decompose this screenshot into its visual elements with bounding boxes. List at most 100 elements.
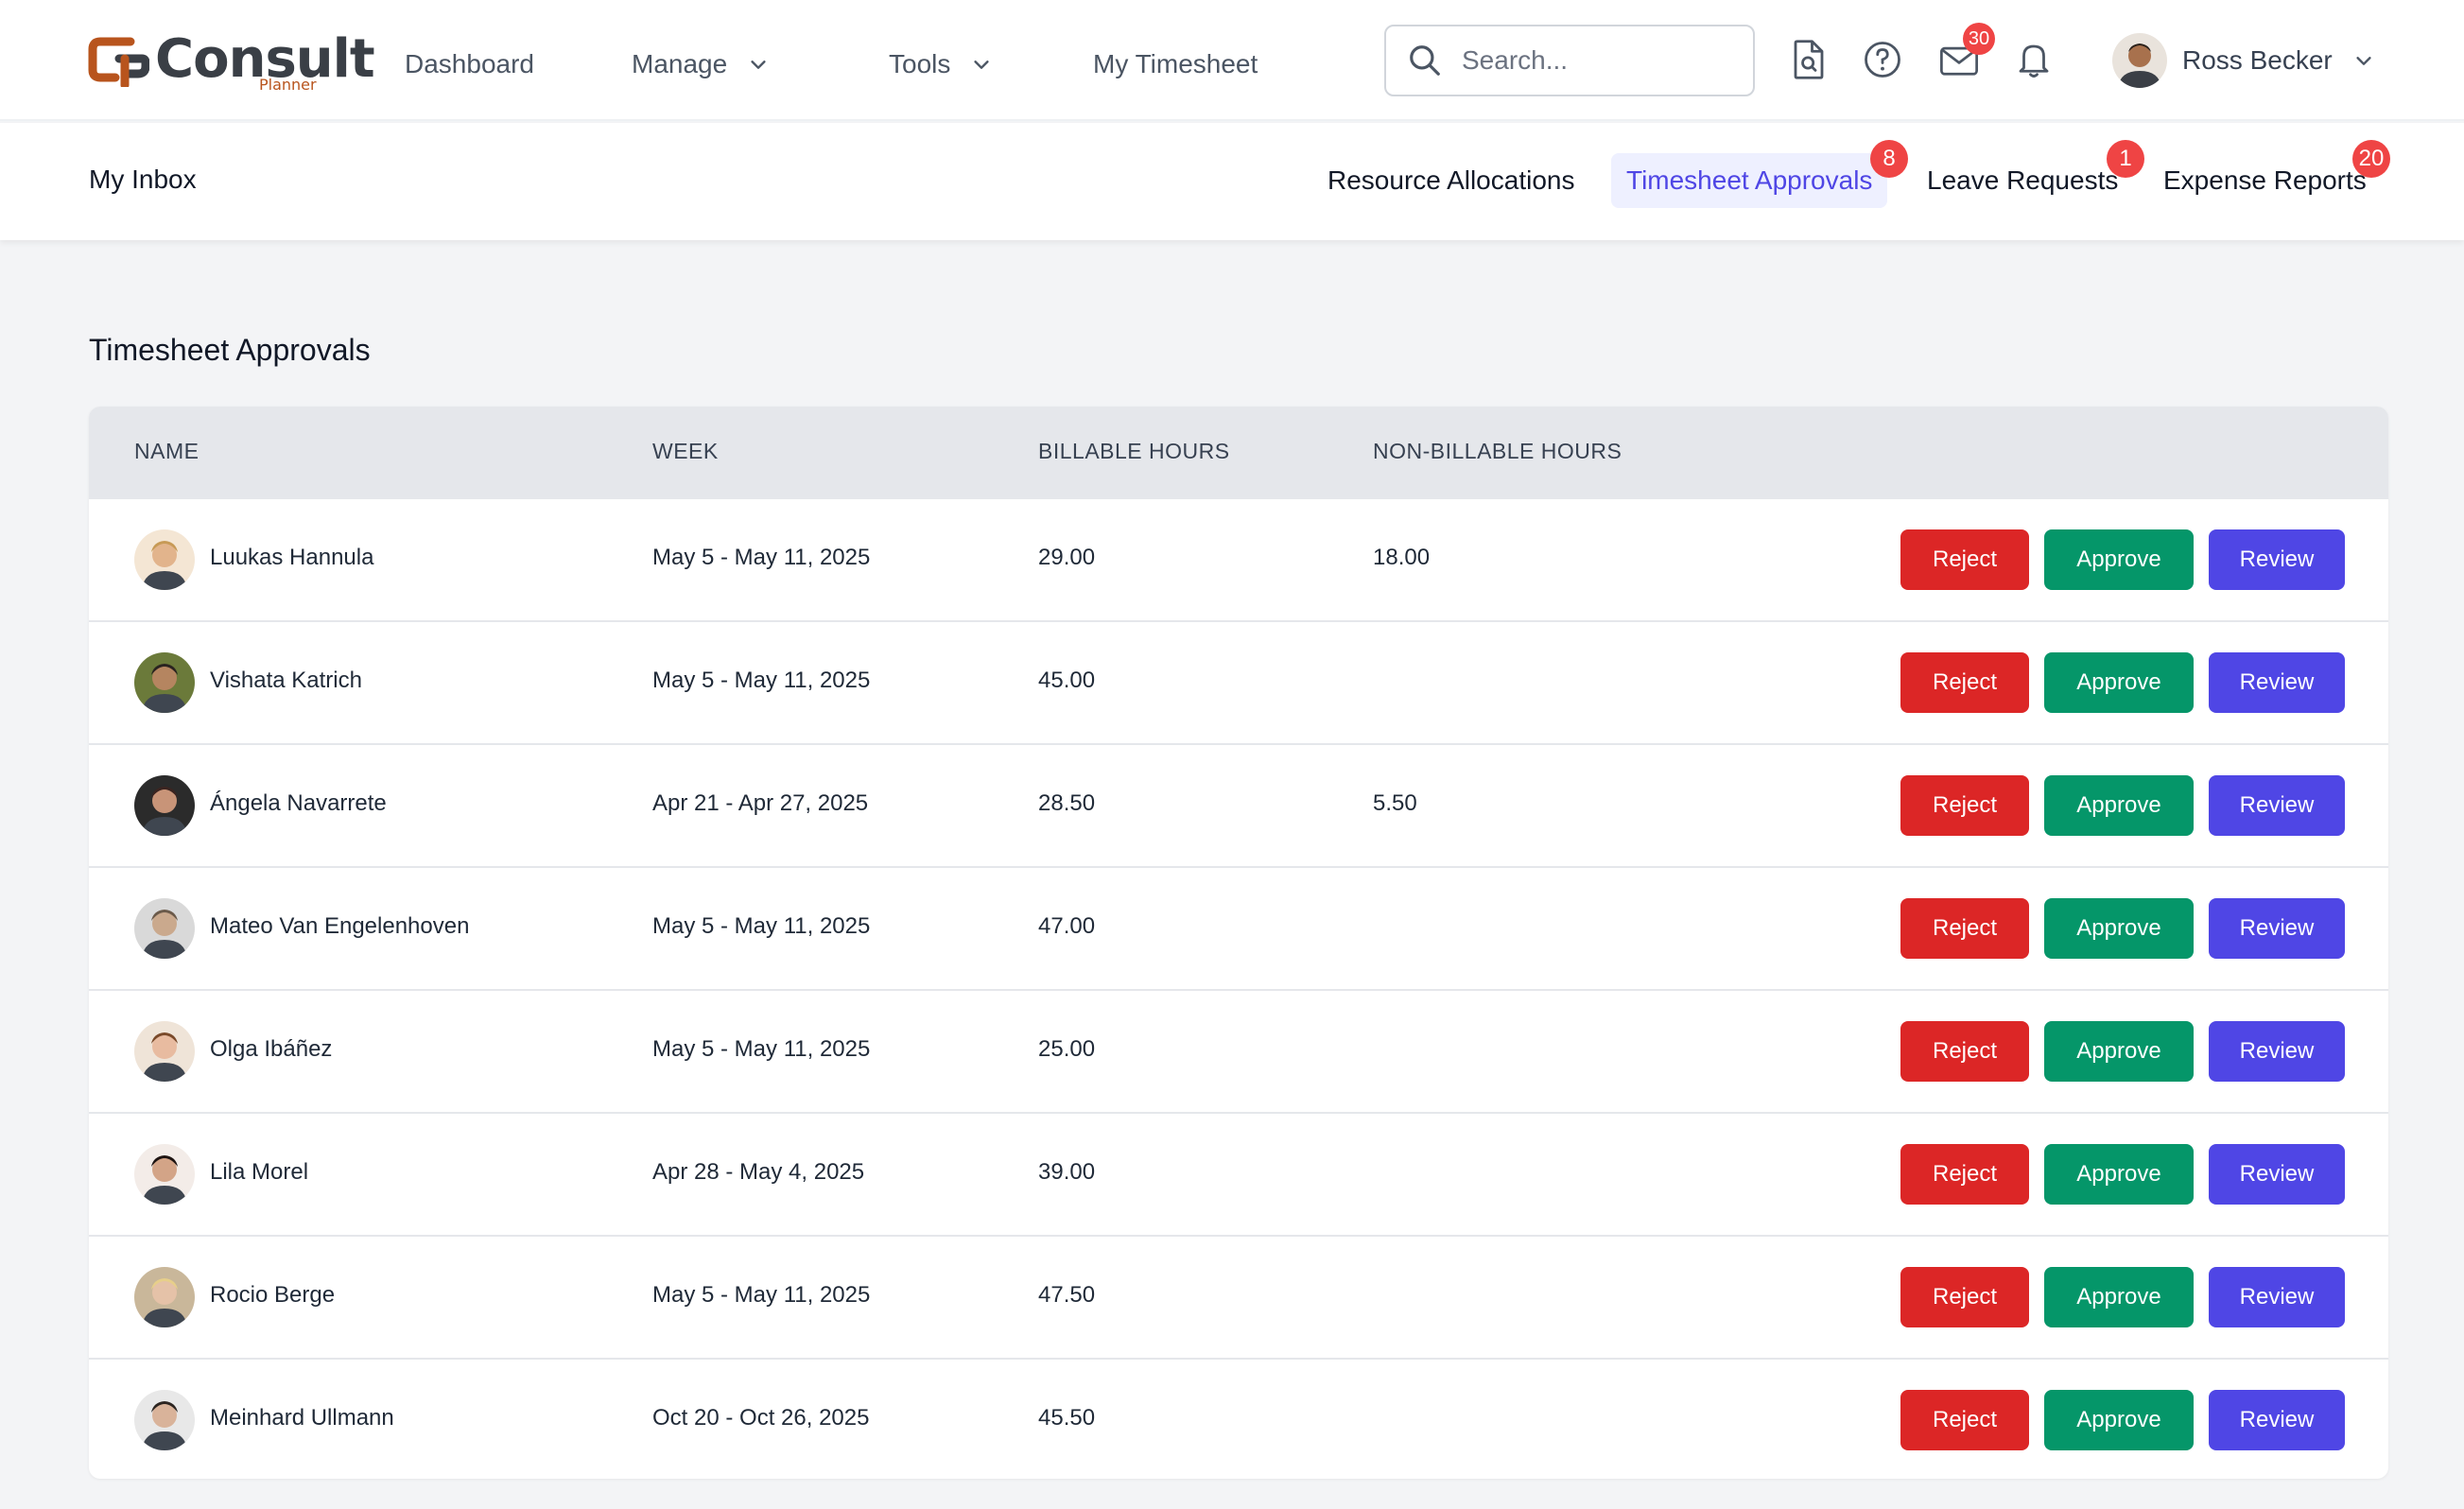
timesheet-table: NAME WEEK BILLABLE HOURS NON-BILLABLE HO… bbox=[89, 407, 2388, 1479]
approve-button[interactable]: Approve bbox=[2044, 652, 2194, 713]
week-range: May 5 - May 11, 2025 bbox=[652, 1282, 871, 1308]
billable-hours: 29.00 bbox=[1038, 545, 1096, 570]
billable-hours: 45.50 bbox=[1038, 1405, 1096, 1431]
table-row: Luukas Hannula May 5 - May 11, 2025 29.00 1… bbox=[89, 497, 2388, 620]
billable-hours: 25.00 bbox=[1038, 1036, 1096, 1062]
approve-button[interactable]: Approve bbox=[2044, 1267, 2194, 1327]
chevron-down-icon bbox=[751, 61, 766, 69]
reject-button[interactable]: Reject bbox=[1900, 1267, 2029, 1327]
mail-count-badge: 30 bbox=[1963, 23, 1995, 55]
inbox-header: My Inbox Resource Allocations Timesheet … bbox=[0, 123, 2464, 240]
tab-label: Resource Allocations bbox=[1327, 165, 1575, 195]
nav-dashboard[interactable]: Dashboard bbox=[405, 43, 534, 85]
tab-label: Expense Reports bbox=[2163, 165, 2367, 195]
search-input[interactable] bbox=[1462, 45, 1745, 76]
review-button[interactable]: Review bbox=[2209, 529, 2345, 590]
chevron-down-icon bbox=[2356, 57, 2371, 65]
page-title: Timesheet Approvals bbox=[89, 333, 371, 367]
table-row: Olga Ibáñez May 5 - May 11, 2025 25.00 Reje… bbox=[89, 989, 2388, 1112]
week-range: May 5 - May 11, 2025 bbox=[652, 545, 871, 570]
approve-button[interactable]: Approve bbox=[2044, 1021, 2194, 1082]
column-header-non-billable[interactable]: NON-BILLABLE HOURS bbox=[1373, 439, 1622, 464]
week-range: May 5 - May 11, 2025 bbox=[652, 913, 871, 939]
employee-avatar bbox=[134, 1144, 195, 1205]
table-header: NAME WEEK BILLABLE HOURS NON-BILLABLE HO… bbox=[89, 407, 2388, 497]
review-button[interactable]: Review bbox=[2209, 898, 2345, 959]
approve-button[interactable]: Approve bbox=[2044, 1390, 2194, 1450]
approve-button[interactable]: Approve bbox=[2044, 1144, 2194, 1205]
search-box bbox=[1384, 25, 1755, 96]
reject-button[interactable]: Reject bbox=[1900, 1021, 2029, 1082]
week-range: Apr 21 - Apr 27, 2025 bbox=[652, 790, 869, 816]
review-button[interactable]: Review bbox=[2209, 1267, 2345, 1327]
user-avatar bbox=[2112, 33, 2167, 88]
reject-button[interactable]: Reject bbox=[1900, 775, 2029, 836]
top-navbar: Consult Planner Dashboard Manage Tools M… bbox=[0, 0, 2464, 121]
review-button[interactable]: Review bbox=[2209, 1021, 2345, 1082]
nav-manage[interactable]: Manage bbox=[632, 43, 769, 85]
employee-name: Meinhard Ullmann bbox=[210, 1405, 394, 1431]
employee-avatar bbox=[134, 652, 195, 713]
billable-hours: 47.00 bbox=[1038, 913, 1096, 939]
week-range: May 5 - May 11, 2025 bbox=[652, 668, 871, 693]
reject-button[interactable]: Reject bbox=[1900, 652, 2029, 713]
employee-avatar bbox=[134, 1267, 195, 1327]
nav-tools-label: Tools bbox=[889, 49, 951, 78]
employee-name: Rocio Berge bbox=[210, 1282, 336, 1308]
billable-hours: 45.00 bbox=[1038, 668, 1096, 693]
tab-label: Leave Requests bbox=[1927, 165, 2119, 195]
table-row: Ángela Navarrete Apr 21 - Apr 27, 2025 28.… bbox=[89, 743, 2388, 866]
employee-avatar bbox=[134, 529, 195, 590]
employee-name: Lila Morel bbox=[210, 1159, 309, 1185]
review-button[interactable]: Review bbox=[2209, 1390, 2345, 1450]
week-range: Oct 20 - Oct 26, 2025 bbox=[652, 1405, 870, 1431]
table-row: Vishata Katrich May 5 - May 11, 2025 45.00… bbox=[89, 620, 2388, 743]
employee-name: Olga Ibáñez bbox=[210, 1036, 333, 1062]
inbox-title: My Inbox bbox=[89, 165, 197, 194]
nav-tools[interactable]: Tools bbox=[889, 43, 992, 85]
user-name: Ross Becker bbox=[2182, 45, 2333, 75]
tab-timesheet-approvals[interactable]: Timesheet Approvals bbox=[1611, 153, 1888, 208]
tab-leave-requests-badge: 1 bbox=[2107, 140, 2144, 178]
tab-leave-requests[interactable]: Leave Requests bbox=[1912, 153, 2133, 208]
employee-name: Luukas Hannula bbox=[210, 545, 374, 570]
tab-resource-allocations[interactable]: Resource Allocations bbox=[1312, 153, 1589, 208]
reject-button[interactable]: Reject bbox=[1900, 1144, 2029, 1205]
employee-avatar bbox=[134, 898, 195, 959]
review-button[interactable]: Review bbox=[2209, 775, 2345, 836]
nav-my-timesheet[interactable]: My Timesheet bbox=[1093, 43, 1258, 85]
table-row: Lila Morel Apr 28 - May 4, 2025 39.00 Rejec… bbox=[89, 1112, 2388, 1235]
review-button[interactable]: Review bbox=[2209, 1144, 2345, 1205]
column-header-billable[interactable]: BILLABLE HOURS bbox=[1038, 439, 1230, 464]
tab-timesheet-approvals-badge: 8 bbox=[1870, 140, 1908, 178]
app-logo[interactable]: Consult Planner bbox=[87, 28, 375, 94]
table-row: Rocio Berge May 5 - May 11, 2025 47.50 Reje… bbox=[89, 1235, 2388, 1358]
employee-avatar bbox=[134, 1390, 195, 1450]
bell-icon[interactable] bbox=[2014, 38, 2054, 81]
non-billable-hours: 5.50 bbox=[1373, 790, 1417, 816]
tab-expense-reports[interactable]: Expense Reports bbox=[2148, 153, 2382, 208]
user-menu[interactable]: Ross Becker bbox=[2112, 32, 2374, 89]
billable-hours: 28.50 bbox=[1038, 790, 1096, 816]
column-header-name[interactable]: NAME bbox=[134, 439, 199, 464]
document-search-icon[interactable] bbox=[1789, 38, 1829, 81]
reject-button[interactable]: Reject bbox=[1900, 1390, 2029, 1450]
week-range: May 5 - May 11, 2025 bbox=[652, 1036, 871, 1062]
logo-subtext: Planner bbox=[259, 76, 317, 94]
chevron-down-icon bbox=[974, 61, 989, 69]
review-button[interactable]: Review bbox=[2209, 652, 2345, 713]
column-header-week[interactable]: WEEK bbox=[652, 439, 719, 464]
approve-button[interactable]: Approve bbox=[2044, 529, 2194, 590]
non-billable-hours: 18.00 bbox=[1373, 545, 1431, 570]
reject-button[interactable]: Reject bbox=[1900, 898, 2029, 959]
reject-button[interactable]: Reject bbox=[1900, 529, 2029, 590]
table-row: Meinhard Ullmann Oct 20 - Oct 26, 2025 45.… bbox=[89, 1358, 2388, 1479]
nav-my-timesheet-label: My Timesheet bbox=[1093, 49, 1258, 78]
employee-name: Mateo Van Engelenhoven bbox=[210, 913, 470, 939]
employee-avatar bbox=[134, 775, 195, 836]
approve-button[interactable]: Approve bbox=[2044, 898, 2194, 959]
employee-name: Ángela Navarrete bbox=[210, 790, 387, 816]
billable-hours: 39.00 bbox=[1038, 1159, 1096, 1185]
approve-button[interactable]: Approve bbox=[2044, 775, 2194, 836]
help-circle-icon[interactable] bbox=[1863, 38, 1902, 81]
